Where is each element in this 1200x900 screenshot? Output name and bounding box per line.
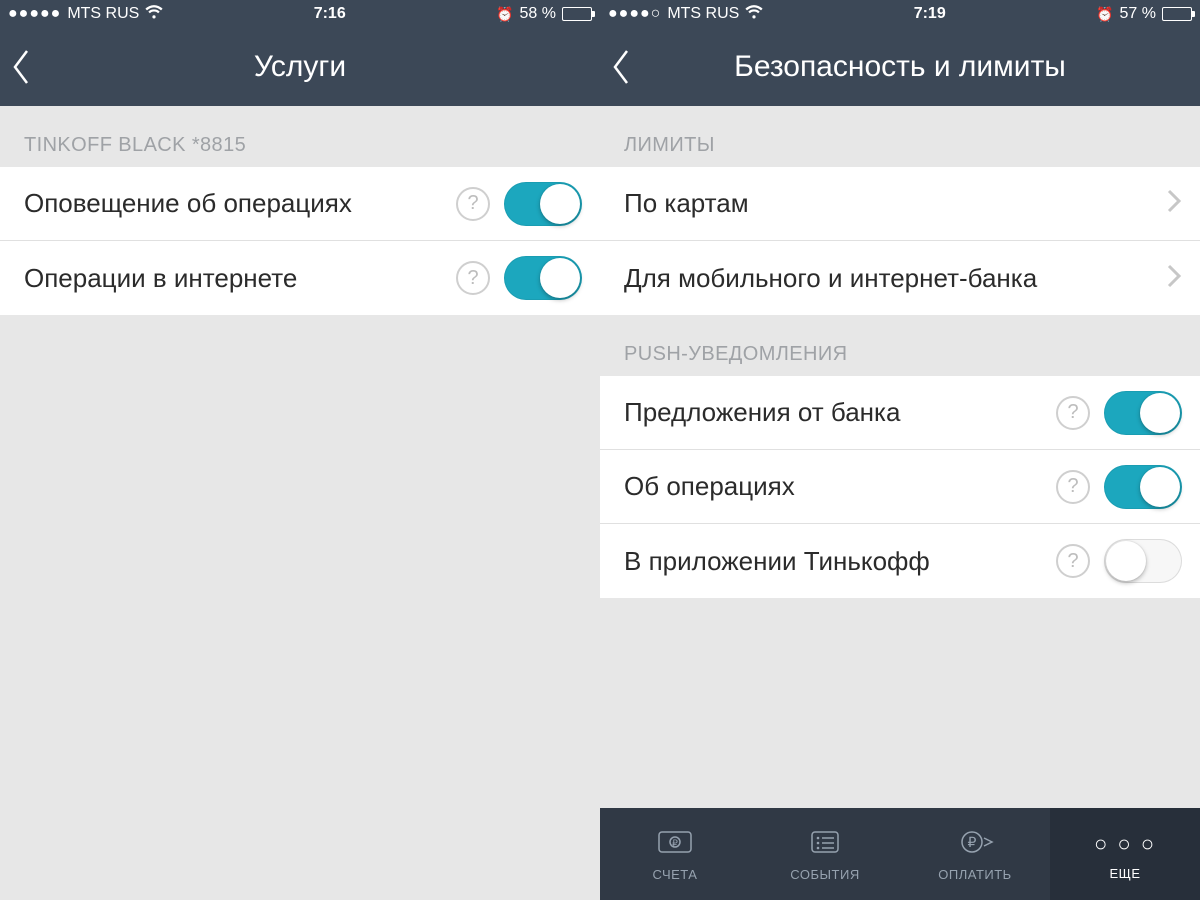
row-label: По картам <box>624 188 1166 219</box>
nav-bar: Безопасность и лимиты <box>600 28 1200 106</box>
toggle-push-offers[interactable] <box>1104 391 1182 435</box>
row-label: Предложения от банка <box>624 397 1056 428</box>
toggle-push-app[interactable] <box>1104 539 1182 583</box>
list-limits: По картам Для мобильного и интернет-банк… <box>600 167 1200 315</box>
tab-pay[interactable]: ₽ ОПЛАТИТЬ <box>900 808 1050 900</box>
tab-bar: ₽ СЧЕТА СОБЫТИЯ ₽ ОПЛАТИТЬ ○ ○ ○ ЕЩЕ <box>600 808 1200 900</box>
content-area: TINKOFF BLACK *8815 Оповещение об операц… <box>0 106 600 900</box>
carrier-label: MTS RUS <box>667 5 739 23</box>
events-icon <box>804 826 846 861</box>
row-limit-mobile[interactable]: Для мобильного и интернет-банка <box>600 241 1200 315</box>
svg-text:₽: ₽ <box>968 834 977 850</box>
tab-label: ЕЩЕ <box>1109 866 1140 881</box>
chevron-right-icon <box>1166 188 1182 219</box>
status-bar: ●●●●○ MTS RUS 7:19 ⏰ 57 % <box>600 0 1200 28</box>
alarm-icon: ⏰ <box>496 6 513 23</box>
section-header-push: PUSH-УВЕДОМЛЕНИЯ <box>600 315 1200 376</box>
row-push-app: В приложении Тинькофф ? <box>600 524 1200 598</box>
list-card-services: Оповещение об операциях ? Операции в инт… <box>0 167 600 315</box>
row-label: Об операциях <box>624 471 1056 502</box>
chevron-left-icon <box>10 47 32 87</box>
status-bar: ●●●●● MTS RUS 7:16 ⏰ 58 % <box>0 0 600 28</box>
screen-services: ●●●●● MTS RUS 7:16 ⏰ 58 % Услуги TINKOFF… <box>0 0 600 900</box>
signal-dots: ●●●●○ <box>608 5 661 23</box>
row-notifications: Оповещение об операциях ? <box>0 167 600 241</box>
row-limit-cards[interactable]: По картам <box>600 167 1200 241</box>
row-label: Для мобильного и интернет-банка <box>624 263 1166 294</box>
help-icon[interactable]: ? <box>456 261 490 295</box>
battery-icon <box>562 7 592 21</box>
wifi-icon <box>745 5 763 24</box>
chevron-left-icon <box>610 47 632 87</box>
help-icon[interactable]: ? <box>1056 470 1090 504</box>
list-push: Предложения от банка ? Об операциях ? В … <box>600 376 1200 598</box>
help-icon[interactable]: ? <box>1056 396 1090 430</box>
signal-dots: ●●●●● <box>8 5 61 23</box>
section-header-limits: ЛИМИТЫ <box>600 106 1200 167</box>
accounts-icon: ₽ <box>654 826 696 861</box>
row-internet-ops: Операции в интернете ? <box>0 241 600 315</box>
toggle-notifications[interactable] <box>504 182 582 226</box>
toggle-internet-ops[interactable] <box>504 256 582 300</box>
help-icon[interactable]: ? <box>1056 544 1090 578</box>
clock-label: 7:19 <box>914 5 946 23</box>
row-push-offers: Предложения от банка ? <box>600 376 1200 450</box>
chevron-right-icon <box>1166 263 1182 294</box>
pay-icon: ₽ <box>954 826 996 861</box>
content-area: ЛИМИТЫ По картам Для мобильного и интерн… <box>600 106 1200 900</box>
toggle-push-ops[interactable] <box>1104 465 1182 509</box>
back-button[interactable] <box>10 28 32 106</box>
tab-accounts[interactable]: ₽ СЧЕТА <box>600 808 750 900</box>
tab-events[interactable]: СОБЫТИЯ <box>750 808 900 900</box>
help-icon[interactable]: ? <box>456 187 490 221</box>
back-button[interactable] <box>610 28 632 106</box>
battery-pct-label: 57 % <box>1120 5 1156 23</box>
nav-bar: Услуги <box>0 28 600 106</box>
tab-more[interactable]: ○ ○ ○ ЕЩЕ <box>1050 808 1200 900</box>
tab-label: ОПЛАТИТЬ <box>938 867 1011 882</box>
wifi-icon <box>145 5 163 24</box>
tab-label: СЧЕТА <box>653 867 698 882</box>
section-header-card: TINKOFF BLACK *8815 <box>0 106 600 167</box>
tab-label: СОБЫТИЯ <box>790 867 859 882</box>
svg-text:₽: ₽ <box>672 838 678 848</box>
row-push-ops: Об операциях ? <box>600 450 1200 524</box>
row-label: Оповещение об операциях <box>24 188 456 219</box>
clock-label: 7:16 <box>314 5 346 23</box>
more-icon: ○ ○ ○ <box>1094 828 1156 860</box>
row-label: Операции в интернете <box>24 263 456 294</box>
page-title: Услуги <box>0 50 600 84</box>
row-label: В приложении Тинькофф <box>624 546 1056 577</box>
carrier-label: MTS RUS <box>67 5 139 23</box>
alarm-icon: ⏰ <box>1096 6 1113 23</box>
screen-security-limits: ●●●●○ MTS RUS 7:19 ⏰ 57 % Безопасность и… <box>600 0 1200 900</box>
battery-pct-label: 58 % <box>520 5 556 23</box>
page-title: Безопасность и лимиты <box>600 50 1200 84</box>
battery-icon <box>1162 7 1192 21</box>
